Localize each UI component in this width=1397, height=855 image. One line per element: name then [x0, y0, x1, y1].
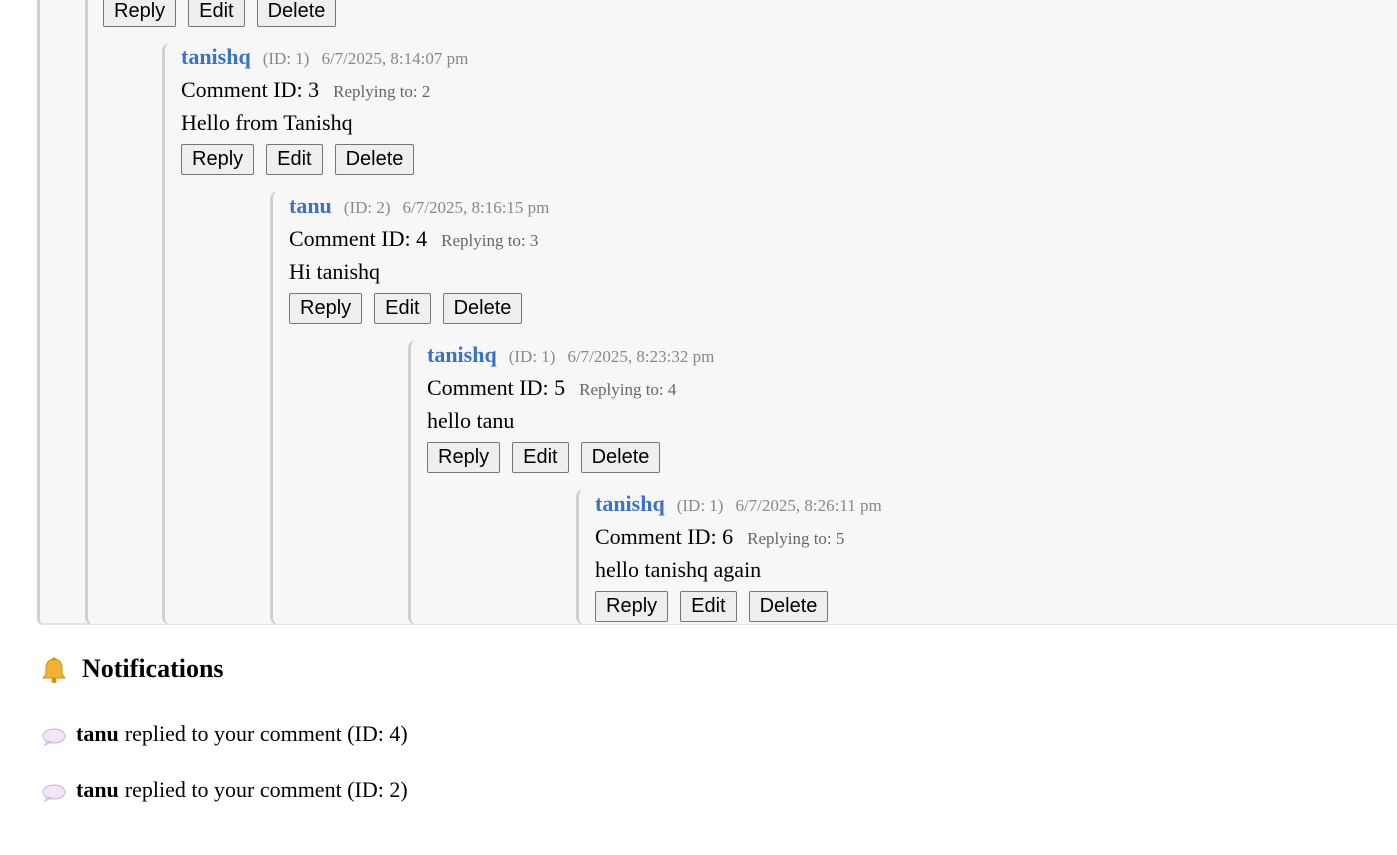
notification-text: replied to your comment (ID: 2) — [124, 777, 408, 802]
notification-text: replied to your comment (ID: 4) — [124, 721, 408, 746]
comment-header: tanishq (ID: 1) 6/7/2025, 8:26:11 pm — [595, 491, 882, 517]
delete-button[interactable]: Delete — [748, 591, 829, 622]
speech-bubble-icon — [42, 782, 66, 803]
replying-to: Replying to: 4 — [579, 380, 677, 399]
comment-text: Hello from Tanishq — [181, 110, 353, 135]
comment-actions: Reply Edit Delete — [181, 144, 468, 175]
comment-timestamp: 6/7/2025, 8:23:32 pm — [567, 347, 715, 366]
comment-header: tanu (ID: 2) 6/7/2025, 8:16:15 pm — [289, 193, 549, 219]
comment-id-line: Comment ID: 3 Replying to: 2 — [181, 77, 468, 103]
notification-user: tanu — [76, 721, 119, 746]
notification-item: tanu replied to your comment (ID: 4) — [42, 721, 408, 747]
comment-3: tanishq (ID: 1) 6/7/2025, 8:14:07 pm Com… — [181, 44, 468, 175]
replying-to: Replying to: 2 — [333, 82, 431, 101]
notification-item: tanu replied to your comment (ID: 2) — [42, 777, 408, 803]
edit-button[interactable]: Edit — [680, 591, 737, 622]
comment-6: tanishq (ID: 1) 6/7/2025, 8:26:11 pm Com… — [595, 491, 882, 622]
delete-button[interactable]: Delete — [334, 144, 415, 175]
notifications-title: Notifications — [82, 654, 224, 683]
delete-button[interactable]: Delete — [442, 293, 523, 324]
comment-id: Comment ID: 4 — [289, 226, 428, 251]
replying-to: Replying to: 5 — [747, 529, 845, 548]
comment-text: hello tanishq again — [595, 557, 762, 582]
notification-user: tanu — [76, 777, 119, 802]
comment-text: Hi tanishq — [289, 259, 381, 284]
comment-timestamp: 6/7/2025, 8:16:15 pm — [402, 198, 550, 217]
edit-button[interactable]: Edit — [374, 293, 431, 324]
comment-4: tanu (ID: 2) 6/7/2025, 8:16:15 pm Commen… — [289, 193, 549, 324]
comment-header: tanishq (ID: 1) 6/7/2025, 8:23:32 pm — [427, 342, 714, 368]
comment-author: tanu — [289, 193, 332, 218]
comment-user-id: (ID: 2) — [343, 198, 391, 217]
comment-id: Comment ID: 3 — [181, 77, 320, 102]
reply-button[interactable]: Reply — [103, 0, 177, 27]
comment-author: tanishq — [595, 491, 665, 516]
comment-user-id: (ID: 1) — [676, 496, 724, 515]
reply-button[interactable]: Reply — [289, 293, 363, 324]
edit-button[interactable]: Edit — [266, 144, 323, 175]
bell-icon — [40, 656, 66, 684]
notifications-header: Notifications — [40, 654, 224, 684]
speech-bubble-icon — [42, 726, 66, 747]
comment-user-id: (ID: 1) — [508, 347, 556, 366]
comment-user-id: (ID: 1) — [262, 49, 310, 68]
comment-actions: Reply Edit Delete — [289, 293, 549, 324]
comment-author: tanishq — [427, 342, 497, 367]
comment-timestamp: 6/7/2025, 8:26:11 pm — [735, 496, 882, 515]
delete-button[interactable]: Delete — [580, 442, 661, 473]
reply-button[interactable]: Reply — [595, 591, 669, 622]
comment-text: hello tanu — [427, 408, 515, 433]
comment-id: Comment ID: 6 — [595, 524, 734, 549]
comment-actions: Reply Edit Delete — [427, 442, 714, 473]
comment-id-line: Comment ID: 6 Replying to: 5 — [595, 524, 882, 550]
comment-id: Comment ID: 5 — [427, 375, 566, 400]
edit-button[interactable]: Edit — [188, 0, 245, 27]
comment-header: tanishq (ID: 1) 6/7/2025, 8:14:07 pm — [181, 44, 468, 70]
comment-id-line: Comment ID: 4 Replying to: 3 — [289, 226, 549, 252]
comment-actions: Reply Edit Delete — [595, 591, 882, 622]
edit-button[interactable]: Edit — [512, 442, 569, 473]
comment-timestamp: 6/7/2025, 8:14:07 pm — [321, 49, 469, 68]
reply-button[interactable]: Reply — [427, 442, 501, 473]
comment-id-line: Comment ID: 5 Replying to: 4 — [427, 375, 714, 401]
comment-5: tanishq (ID: 1) 6/7/2025, 8:23:32 pm Com… — [427, 342, 714, 473]
reply-button[interactable]: Reply — [181, 144, 255, 175]
comment-author: tanishq — [181, 44, 251, 69]
replying-to: Replying to: 3 — [441, 231, 539, 250]
delete-button[interactable]: Delete — [256, 0, 337, 27]
parent-comment-actions: Reply Edit Delete — [103, 0, 337, 27]
